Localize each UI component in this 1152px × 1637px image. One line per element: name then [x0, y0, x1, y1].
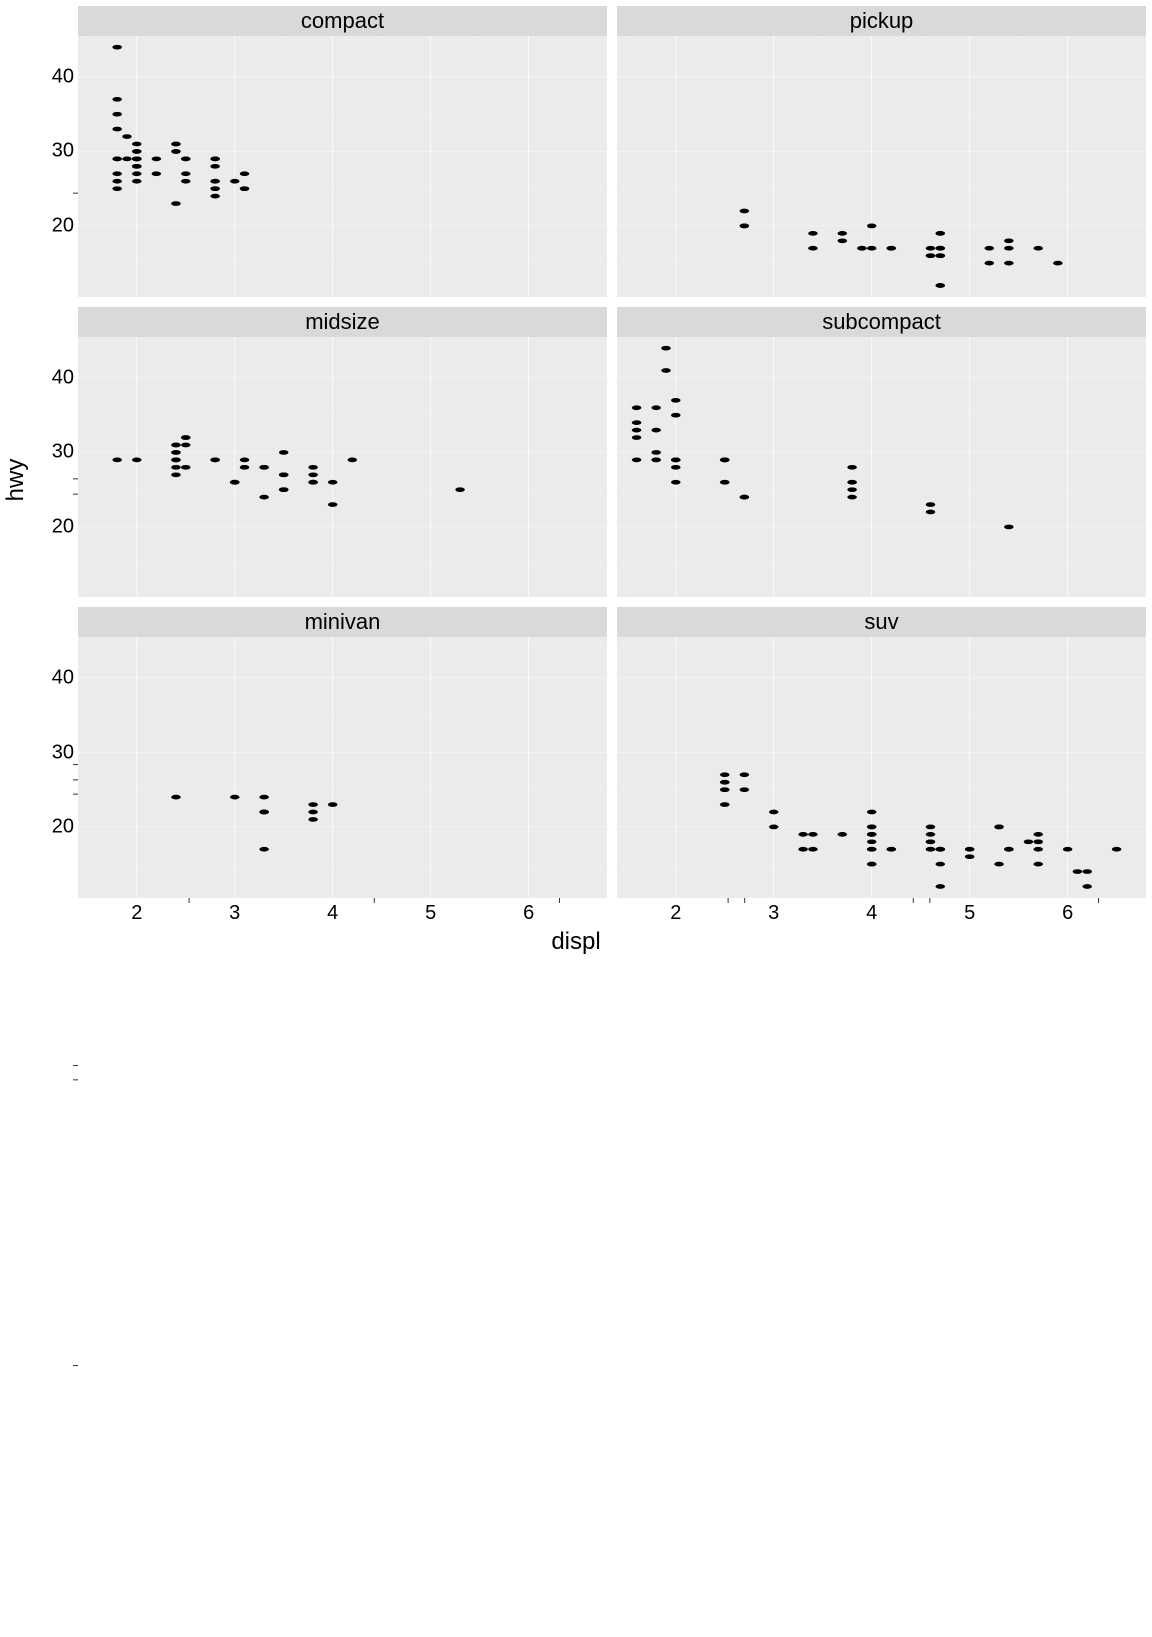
facet-strip-label: suv — [617, 607, 1146, 637]
facet-strip-label: midsize — [78, 307, 607, 337]
facet-scatter-figure: hwy displ compact203040midsize203040mini… — [0, 0, 1152, 960]
scatter-points — [740, 209, 1063, 288]
plot-panel — [78, 337, 607, 598]
y-tick-labels: 203040 — [32, 337, 74, 598]
x-axis-title: displ — [551, 928, 600, 956]
facet-suv: suv23456 — [617, 607, 1146, 898]
scatter-points — [171, 795, 337, 852]
facet-compact: compact203040 — [78, 6, 607, 297]
plot-panel — [78, 36, 607, 297]
x-tick-labels: 23456 — [78, 902, 607, 926]
y-axis-title: hwy — [2, 459, 30, 502]
scatter-points — [112, 45, 249, 206]
facet-strip-label: subcompact — [617, 307, 1146, 337]
facet-strip-label: minivan — [78, 607, 607, 637]
x-tick-labels: 23456 — [617, 902, 1146, 926]
facet-midsize: midsize203040 — [78, 307, 607, 598]
facet-subcompact: subcompact — [617, 307, 1146, 598]
plot-panel — [617, 637, 1146, 898]
plot-panel — [78, 637, 607, 898]
facet-strip-label: pickup — [617, 6, 1146, 36]
facet-strip-label: compact — [78, 6, 607, 36]
plot-panel — [617, 337, 1146, 598]
y-tick-labels: 203040 — [32, 36, 74, 297]
plot-panel — [617, 36, 1146, 297]
facet-grid: compact203040midsize203040minivan2345620… — [78, 6, 1146, 898]
facet-pickup: pickup — [617, 6, 1146, 297]
scatter-points — [112, 435, 464, 507]
facet-minivan: minivan23456203040 — [78, 607, 607, 898]
y-tick-labels: 203040 — [32, 637, 74, 898]
